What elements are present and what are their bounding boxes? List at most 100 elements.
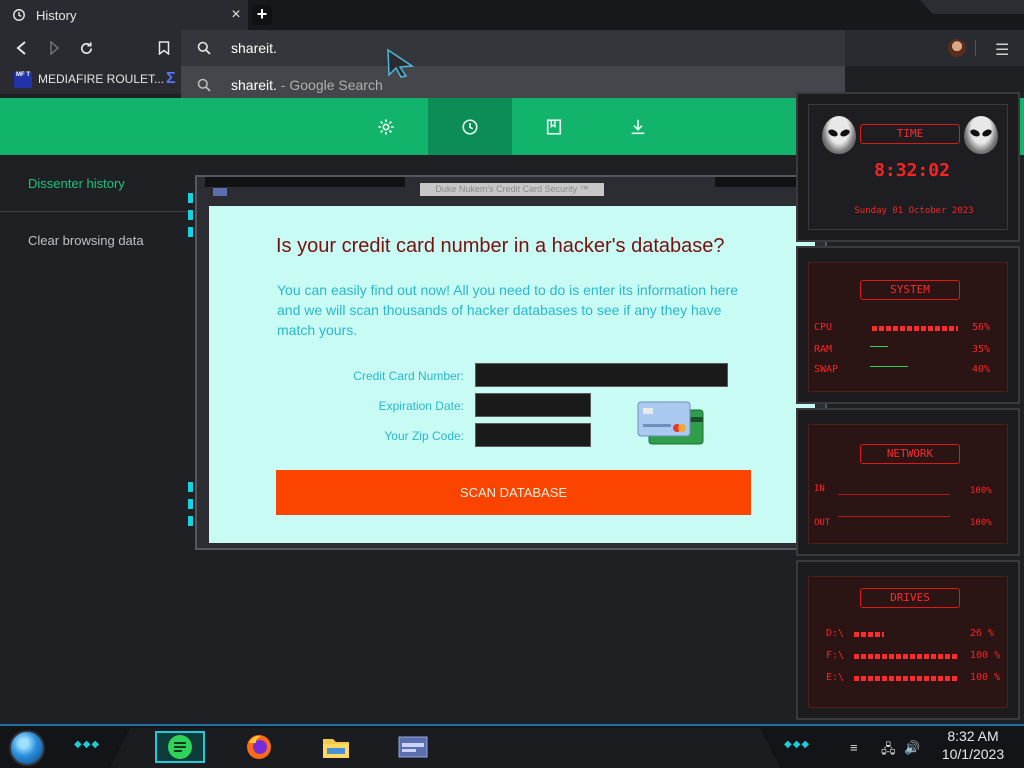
- profile-avatar[interactable]: [948, 39, 966, 57]
- suggestion-query: shareit.: [231, 77, 277, 93]
- popup-description: You can easily find out now! All you nee…: [277, 282, 738, 338]
- back-arrow-icon: [16, 41, 26, 55]
- suggestion-engine: - Google Search: [276, 77, 383, 93]
- reload-icon: [80, 41, 92, 54]
- drive-d-bar: [854, 632, 884, 637]
- new-tab-button[interactable]: +: [252, 5, 272, 25]
- popup-app-icon: [213, 188, 227, 196]
- network-out-graph: [838, 516, 950, 517]
- popup-headline: Is your credit card number in a hacker's…: [276, 235, 725, 257]
- sigma-bookmark-icon[interactable]: Σ: [166, 70, 176, 88]
- bookmarks-book-icon: [546, 118, 562, 135]
- drive-e-bar: [854, 676, 958, 681]
- nav-downloads-button[interactable]: [596, 98, 680, 155]
- media-window-icon: [398, 736, 428, 758]
- taskbar-file-explorer[interactable]: [311, 731, 361, 763]
- network-tray-icon[interactable]: 🖧: [881, 740, 896, 762]
- folder-icon: [323, 739, 349, 758]
- swap-value: 40%: [972, 364, 991, 375]
- ram-value: 35%: [972, 344, 991, 355]
- gadget-clock: 8:32:02: [874, 160, 950, 181]
- forward-arrow-icon: [50, 41, 60, 55]
- volume-icon[interactable]: 🔊: [904, 740, 920, 756]
- notification-lines-icon[interactable]: ≡: [850, 740, 858, 755]
- network-in-value: 100%: [970, 486, 992, 496]
- network-out-label: OUT: [814, 518, 831, 528]
- taskbar-media-player[interactable]: [388, 731, 438, 763]
- network-in-graph: [838, 494, 950, 495]
- settings-gear-icon: [378, 118, 394, 135]
- system-gadget-header: SYSTEM: [860, 280, 960, 300]
- taskbar-deco-lights: ◆◆◆: [784, 739, 811, 750]
- nav-settings-button[interactable]: [344, 98, 428, 155]
- bookmark-mediafire[interactable]: MEDIAFIRE ROULET...: [38, 72, 164, 86]
- system-gadget: SYSTEM CPU 56% RAM 35% SWAP 40%: [796, 246, 1020, 404]
- drives-gadget-header: DRIVES: [860, 588, 960, 608]
- nav-bookmarks-button[interactable]: [512, 98, 596, 155]
- address-bar[interactable]: shareit.: [181, 30, 845, 66]
- notes-app-icon: [168, 735, 192, 759]
- window-deco: [920, 0, 1024, 14]
- sidebar-item-history[interactable]: Dissenter history: [28, 176, 125, 191]
- expiration-date-label: Expiration Date:: [378, 399, 464, 413]
- tab-strip: History × +: [0, 0, 1024, 30]
- popup-titlebar-deco: [205, 177, 405, 187]
- tab-close-icon[interactable]: ×: [224, 6, 248, 24]
- drive-f-bar: [854, 654, 958, 659]
- suggestion-text: shareit. - Google Search: [231, 77, 383, 93]
- menu-icon[interactable]: ☰: [995, 40, 1009, 60]
- frame-light: [188, 516, 193, 526]
- sidebar-item-clear-data[interactable]: Clear browsing data: [28, 233, 144, 248]
- nav-history-button[interactable]: [428, 98, 512, 155]
- drive-e-value: 100 %: [970, 672, 1001, 683]
- taskbar-notes-app[interactable]: [155, 731, 205, 763]
- taskbar-firefox[interactable]: [234, 731, 284, 763]
- time-gadget-header: TIME: [860, 124, 960, 144]
- mediafire-favicon: MF T: [14, 72, 32, 88]
- swap-bar: [870, 366, 908, 367]
- tab-history[interactable]: History ×: [0, 0, 248, 30]
- reload-button[interactable]: [76, 38, 96, 58]
- tab-title: History: [36, 7, 77, 23]
- taskbar-date: 10/1/2023: [941, 746, 1005, 762]
- search-icon: [197, 41, 211, 55]
- bookmark-button[interactable]: [154, 38, 174, 58]
- drive-d-value: 26 %: [970, 628, 995, 639]
- download-arrow-icon: [631, 119, 645, 134]
- drive-d-label: D:\: [826, 628, 845, 639]
- drive-f-value: 100 %: [970, 650, 1001, 661]
- bookmark-icon: [158, 41, 170, 55]
- address-input-value[interactable]: shareit.: [231, 40, 277, 56]
- zip-code-label: Your Zip Code:: [384, 429, 464, 443]
- frame-light: [188, 499, 193, 509]
- expiration-date-input[interactable]: [475, 393, 591, 417]
- cpu-value: 56%: [972, 322, 991, 333]
- sidebar-divider: [0, 211, 196, 212]
- frame-light: [188, 227, 193, 237]
- swap-label: SWAP: [814, 364, 839, 375]
- time-gadget: TIME 8:32:02 Sunday 01 October 2023: [796, 92, 1020, 242]
- alien-head-icon: [964, 116, 998, 154]
- network-out-value: 100%: [970, 518, 992, 528]
- cpu-label: CPU: [814, 322, 833, 333]
- frame-light: [188, 193, 193, 203]
- alien-head-icon: [822, 116, 856, 154]
- network-gadget-header: NETWORK: [860, 444, 960, 464]
- zip-code-input[interactable]: [475, 423, 591, 447]
- drive-e-label: E:\: [826, 672, 845, 683]
- ram-bar: [870, 346, 888, 347]
- frame-light: [188, 210, 193, 220]
- mouse-cursor-icon: [387, 48, 414, 78]
- card-number-input[interactable]: [475, 363, 728, 387]
- history-clock-icon: [462, 118, 478, 135]
- start-button[interactable]: [9, 730, 45, 766]
- forward-button[interactable]: [44, 38, 64, 58]
- back-button[interactable]: [12, 38, 32, 58]
- scan-database-button[interactable]: SCAN DATABASE: [276, 470, 751, 515]
- card-number-label: Credit Card Number:: [353, 369, 464, 383]
- popup-title: Duke Nukem's Credit Card Security ™: [420, 183, 604, 196]
- cpu-bar: [872, 326, 958, 331]
- taskbar-clock[interactable]: 8:32 AM 10/1/2023: [933, 727, 1013, 763]
- credit-cards-icon: [637, 401, 704, 445]
- drive-f-label: F:\: [826, 650, 845, 661]
